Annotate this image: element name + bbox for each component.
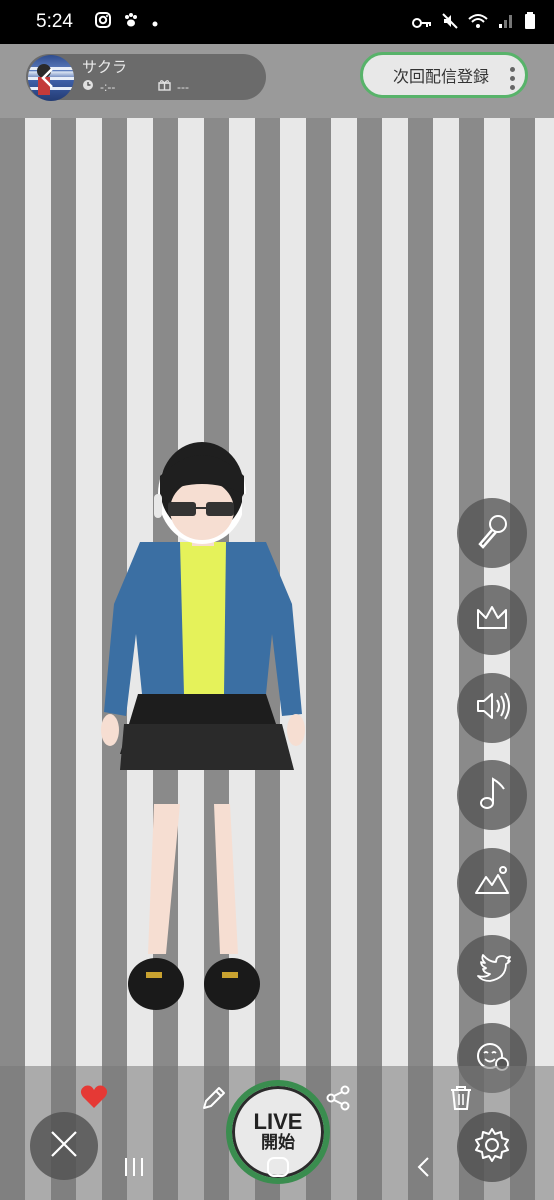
settings-button[interactable] — [457, 1112, 527, 1182]
clock-icon — [82, 79, 94, 94]
close-icon — [47, 1127, 81, 1165]
microphone-button[interactable] — [457, 498, 527, 568]
status-bar: 5:24 — [0, 0, 554, 44]
wifi-icon — [468, 13, 488, 33]
edit-pencil-icon[interactable] — [200, 1084, 228, 1116]
paw-icon — [123, 12, 139, 32]
battery-icon — [524, 12, 536, 34]
gift-count: --- — [158, 79, 189, 94]
profile-name: サクラ — [82, 59, 128, 76]
background-button[interactable] — [457, 848, 527, 918]
crown-button[interactable] — [457, 585, 527, 655]
key-icon — [412, 14, 432, 33]
twitter-button[interactable] — [457, 935, 527, 1005]
music-note-icon — [472, 773, 512, 817]
nav-back-icon[interactable] — [414, 1156, 434, 1182]
heart-icon[interactable] — [80, 1084, 108, 1114]
close-button[interactable] — [30, 1112, 98, 1180]
home-icon[interactable] — [266, 1156, 290, 1182]
live-start-label: 開始 — [261, 1133, 295, 1152]
back-arrow-icon[interactable] — [38, 66, 58, 94]
status-time: 5:24 — [36, 11, 73, 32]
recent-apps-icon[interactable] — [122, 1156, 146, 1182]
share-icon[interactable] — [324, 1084, 352, 1116]
live-label: LIVE — [253, 1109, 303, 1134]
crown-icon — [472, 598, 512, 642]
next-stream-register-button[interactable]: 次回配信登録 — [360, 52, 528, 98]
next-stream-register-label: 次回配信登録 — [393, 69, 490, 86]
signal-icon — [498, 13, 514, 33]
microphone-icon — [472, 511, 512, 555]
time-value: -:-- — [100, 79, 116, 94]
speaker-icon — [472, 686, 512, 730]
gear-icon — [472, 1125, 512, 1169]
gift-icon — [158, 79, 171, 94]
twitter-icon — [472, 948, 512, 992]
more-options-icon[interactable] — [510, 67, 515, 90]
trash-icon[interactable] — [448, 1084, 474, 1116]
gift-value: --- — [177, 79, 189, 94]
background-image-icon — [472, 861, 512, 905]
dot-icon — [151, 13, 159, 32]
music-button[interactable] — [457, 760, 527, 830]
instagram-icon — [94, 12, 111, 32]
stream-time: -:-- — [82, 79, 115, 94]
volume-button[interactable] — [457, 673, 527, 743]
vtuber-avatar — [101, 442, 305, 1010]
mute-icon — [442, 13, 458, 33]
